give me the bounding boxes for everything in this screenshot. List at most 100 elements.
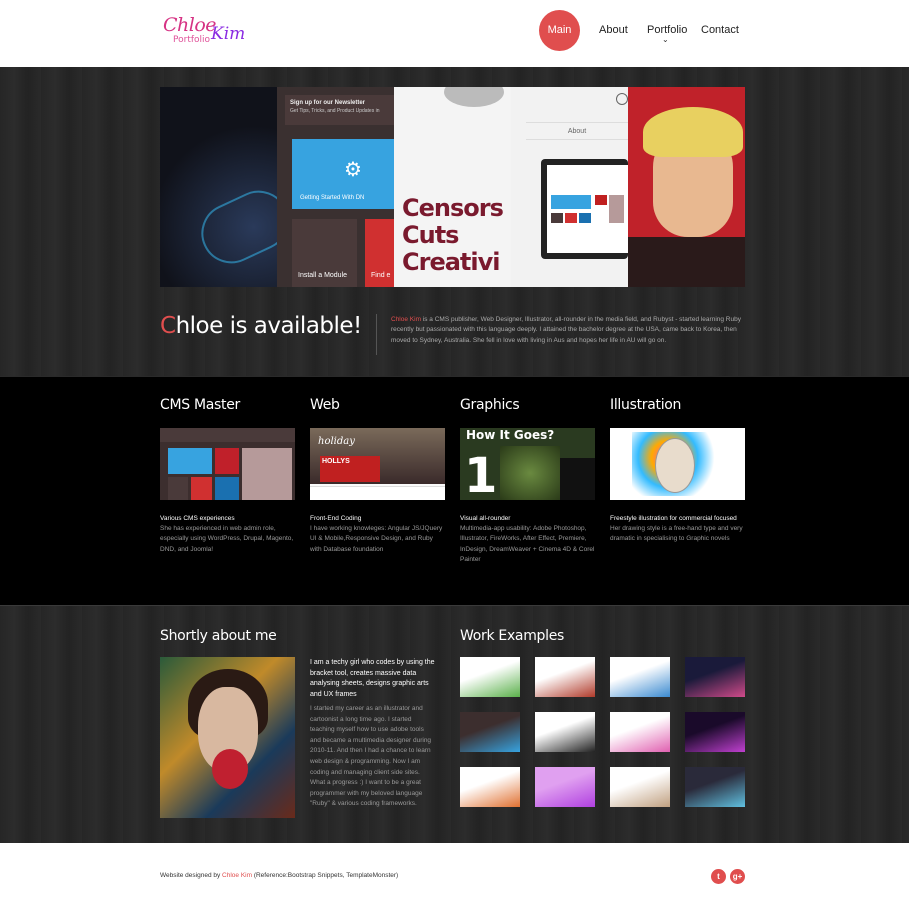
work-thumb-4[interactable] <box>685 657 745 697</box>
slide-laptop[interactable]: About <box>511 87 628 287</box>
photo-flower <box>212 749 248 789</box>
footer-credit: Website designed by Chloe Kim (Reference… <box>160 872 398 879</box>
tile-install-module: Install a Module <box>292 219 357 287</box>
thumb-head <box>655 438 695 493</box>
skill-title: CMS Master <box>160 397 241 413</box>
mini-tile <box>551 213 563 223</box>
about-text: I started my career as an illustrator an… <box>310 705 432 808</box>
work-thumb-12[interactable] <box>685 767 745 807</box>
work-thumb-5[interactable] <box>460 712 520 752</box>
chevron-down-icon: ⌄ <box>662 35 669 44</box>
about-intro: I am a techy girl who codes by using the… <box>310 659 435 698</box>
site-logo[interactable]: Chloe Portfolio Kim <box>163 12 248 52</box>
skill-desc: Multimedia-app usability: Adobe Photosho… <box>460 524 595 564</box>
skill-thumb-illustration[interactable] <box>610 428 745 500</box>
image-slider[interactable]: Sign up for our Newsletter Get Tips, Tri… <box>160 87 745 287</box>
skill-web: Web holiday HOLLYS Front-End Coding I ha… <box>310 397 445 555</box>
skill-title: Web <box>310 397 340 413</box>
skills-section: CMS Master Various CMS experiences She h… <box>0 376 909 605</box>
site-header: Chloe Portfolio Kim Main About Portfolio… <box>0 0 909 67</box>
neon-glow <box>191 180 277 274</box>
available-title: Chloe is available! <box>160 313 362 339</box>
thumb-heading: How It Goes? <box>466 428 555 442</box>
portrait-hair <box>643 107 743 157</box>
skill-title: Graphics <box>460 397 520 413</box>
thumb-tile <box>168 448 212 474</box>
work-thumb-1[interactable] <box>460 657 520 697</box>
tile-getting-started: ⚙ Getting Started With DN <box>292 139 394 209</box>
skill-desc: I have working knowleges: Angular JS/JQu… <box>310 524 443 553</box>
slide-censors[interactable]: Censors Cuts Creativi <box>394 87 511 287</box>
google-plus-icon[interactable]: g+ <box>730 869 745 884</box>
tile-find: Find e <box>365 219 394 287</box>
available-body: is a CMS publisher, Web Designer, Illust… <box>391 316 741 344</box>
twitter-icon[interactable]: t <box>711 869 726 884</box>
nav-main[interactable]: Main <box>539 10 580 51</box>
thumb-side-panel <box>560 458 595 500</box>
skill-desc: Her drawing style is a free-hand type an… <box>610 524 743 543</box>
skill-desc: She has experienced in web admin role, e… <box>160 524 294 553</box>
work-thumb-11[interactable] <box>610 767 670 807</box>
skill-caption: Front-End Coding <box>310 515 362 522</box>
logo-portfolio: Portfolio <box>173 35 211 45</box>
tile-getting-started-label: Getting Started With DN <box>300 195 365 201</box>
thumb-tile <box>215 448 239 474</box>
about-title: Shortly about me <box>160 628 277 644</box>
skill-illustration: Illustration Freestyle illustration for … <box>610 397 745 545</box>
available-title-initial: C <box>160 313 176 339</box>
slide-neon[interactable] <box>160 87 277 287</box>
skill-caption: Various CMS experiences <box>160 515 235 522</box>
mini-tile <box>595 195 607 205</box>
footer-prefix: Website designed by <box>160 872 223 879</box>
available-title-rest: hloe is available! <box>175 313 363 339</box>
thumb-number: 1 <box>464 448 498 500</box>
skill-thumb-graphics[interactable]: How It Goes? 1 <box>460 428 595 500</box>
laptop-screen <box>547 165 628 253</box>
tile-find-label: Find e <box>371 272 391 279</box>
thumb-tile <box>168 477 188 500</box>
thumb-tile <box>215 477 239 500</box>
nav-contact[interactable]: Contact <box>701 10 739 51</box>
search-icon <box>616 93 628 105</box>
newsletter-title: Sign up for our Newsletter <box>290 100 366 106</box>
logo-chloe: Chloe <box>163 14 217 36</box>
work-title: Work Examples <box>460 628 565 644</box>
work-thumb-3[interactable] <box>610 657 670 697</box>
thumb-topbar <box>160 428 295 442</box>
mini-tile <box>551 195 591 209</box>
slide-cms[interactable]: Sign up for our Newsletter Get Tips, Tri… <box>277 87 394 287</box>
slide-blob <box>444 87 504 107</box>
available-name[interactable]: Chloe Kim <box>391 316 421 323</box>
thumb-green-area <box>500 446 560 500</box>
mini-tile <box>609 195 624 223</box>
work-thumb-9[interactable] <box>460 767 520 807</box>
work-thumb-2[interactable] <box>535 657 595 697</box>
nav-portfolio[interactable]: Portfolio <box>647 10 687 51</box>
work-thumb-7[interactable] <box>610 712 670 752</box>
skill-graphics: Graphics How It Goes? 1 Visual all-round… <box>460 397 595 566</box>
work-thumb-6[interactable] <box>535 712 595 752</box>
skill-caption: Visual all-rounder <box>460 515 511 522</box>
slide-about-bar: About <box>526 122 628 140</box>
available-text: Chloe Kim is a CMS publisher, Web Design… <box>391 315 746 346</box>
vertical-divider <box>376 314 377 355</box>
censors-text: Censors Cuts Creativi <box>402 194 504 276</box>
newsletter-sub: Get Tips, Tricks, and Product Updates in <box>290 108 380 114</box>
skill-thumb-cms[interactable] <box>160 428 295 500</box>
work-thumb-8[interactable] <box>685 712 745 752</box>
thumb-footer-strip <box>310 486 445 500</box>
skill-title: Illustration <box>610 397 682 413</box>
footer-author-link[interactable]: Chloe Kim <box>222 872 252 879</box>
skill-cms: CMS Master Various CMS experiences She h… <box>160 397 295 555</box>
thumb-word: holiday <box>318 436 355 447</box>
work-thumb-10[interactable] <box>535 767 595 807</box>
thumb-tile <box>191 477 212 500</box>
portrait-body <box>628 237 745 287</box>
skill-thumb-web[interactable]: holiday HOLLYS <box>310 428 445 500</box>
newsletter-bar: Sign up for our Newsletter Get Tips, Tri… <box>285 95 394 125</box>
tile-install-module-label: Install a Module <box>298 272 348 279</box>
about-work-section: Shortly about me I am a techy girl who c… <box>0 605 909 843</box>
slide-portrait[interactable] <box>628 87 745 287</box>
nav-about[interactable]: About <box>599 10 628 51</box>
footer-suffix: (Reference:Bootstrap Snippets, TemplateM… <box>252 872 399 879</box>
